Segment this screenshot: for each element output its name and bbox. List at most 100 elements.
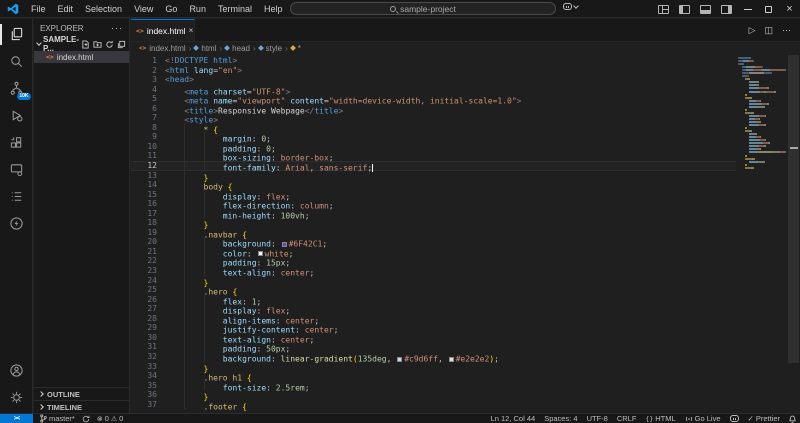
problems-status[interactable]: ⊗ 0 ⚠ 0 — [97, 414, 124, 423]
code-line[interactable]: font-size: 2.5rem; — [165, 381, 736, 391]
code-line[interactable]: justify-content: center; — [165, 323, 736, 333]
toggle-primary-sidebar-icon[interactable] — [679, 5, 690, 14]
account-icon[interactable] — [0, 357, 33, 384]
explorer-icon[interactable] — [0, 21, 33, 48]
minimap-line — [738, 84, 786, 86]
close-button[interactable]: × — [779, 0, 800, 18]
sync-changes-button[interactable] — [82, 415, 90, 423]
outline-section[interactable]: OUTLINE — [34, 387, 129, 400]
remote-explorer-icon[interactable] — [0, 156, 33, 183]
scrollbar-thumb[interactable] — [788, 55, 799, 363]
code-line[interactable]: display: flex; — [165, 190, 736, 200]
code-line[interactable]: padding: 0; — [165, 142, 736, 152]
customize-layout-icon[interactable] — [658, 5, 669, 14]
code-line[interactable]: <meta charset="UTF-8"> — [165, 85, 736, 95]
code-line[interactable]: flex-direction: column; — [165, 199, 736, 209]
status-go-live[interactable]: Go Live — [685, 414, 721, 423]
status-cursor-position[interactable]: Ln 12, Col 44 — [491, 414, 536, 423]
code-line[interactable]: .footer { — [165, 400, 736, 410]
list-view-icon[interactable] — [0, 183, 33, 210]
status-language-mode[interactable]: {}HTML — [645, 414, 675, 423]
status-notifications[interactable] — [789, 415, 796, 423]
menu-view[interactable]: View — [128, 0, 159, 18]
code-line[interactable]: padding: 50px; — [165, 342, 736, 352]
status-indentation[interactable]: Spaces: 4 — [544, 414, 577, 423]
toggle-panel-icon[interactable] — [700, 5, 711, 14]
extensions-icon[interactable] — [0, 129, 33, 156]
minimap-line — [738, 109, 786, 111]
toggle-secondary-sidebar-icon[interactable] — [721, 5, 732, 14]
restore-button[interactable] — [758, 0, 779, 18]
explorer-more-actions-icon[interactable]: ··· — [111, 23, 123, 33]
refresh-icon[interactable] — [105, 40, 114, 49]
explorer-sidebar: EXPLORER ··· SAMPLE-P... <> index.html O… — [34, 19, 130, 413]
code-line[interactable]: <!DOCTYPE html> — [165, 56, 736, 66]
code-line[interactable]: background: linear-gradient(135deg, #c9d… — [165, 352, 736, 362]
minimize-button[interactable] — [737, 0, 758, 18]
code-line[interactable]: <meta name="viewport" content="width=dev… — [165, 94, 736, 104]
line-number: 17 — [131, 209, 157, 219]
run-button-icon[interactable]: ▷ — [749, 25, 756, 36]
status-label: Spaces: 4 — [544, 414, 577, 423]
new-file-icon[interactable] — [81, 40, 90, 49]
breadcrumb-item[interactable]: * — [298, 44, 301, 53]
code-line[interactable]: * { — [165, 123, 736, 133]
menu-help[interactable]: Help — [258, 0, 289, 18]
code-line[interactable]: min-height: 100vh; — [165, 209, 736, 219]
run-and-debug-icon[interactable] — [0, 102, 33, 129]
line-number: 34 — [131, 371, 157, 381]
menu-selection[interactable]: Selection — [79, 0, 128, 18]
status-eol[interactable]: CRLF — [617, 414, 637, 423]
code-line[interactable]: color: white; — [165, 247, 736, 257]
new-folder-icon[interactable] — [93, 40, 102, 49]
menu-run[interactable]: Run — [183, 0, 212, 18]
code-line[interactable]: .hero { — [165, 285, 736, 295]
code-line[interactable]: flex: 1; — [165, 295, 736, 305]
breadcrumb-item[interactable]: style — [266, 44, 282, 53]
code-line[interactable]: margin: 0; — [165, 132, 736, 142]
project-section-header[interactable]: SAMPLE-P... — [34, 37, 129, 51]
search-view-icon[interactable] — [0, 48, 33, 75]
source-control-icon[interactable]: 10K — [0, 75, 33, 102]
code-area[interactable]: 1234567891011121314151617181920212223242… — [131, 55, 800, 413]
code-line[interactable]: font-family: Arial, sans-serif; — [165, 161, 736, 171]
code-line[interactable]: display: flex; — [165, 304, 736, 314]
settings-gear-icon[interactable] — [0, 384, 33, 411]
code-line[interactable]: .hero h1 { — [165, 371, 736, 381]
status-encoding[interactable]: UTF-8 — [587, 414, 608, 423]
vertical-scrollbar[interactable] — [787, 55, 800, 413]
file-item-index-html[interactable]: <> index.html — [34, 51, 129, 63]
code-line[interactable]: body { — [165, 180, 736, 190]
command-center-search[interactable]: sample-project — [290, 2, 556, 15]
code-line[interactable]: padding: 15px; — [165, 256, 736, 266]
collapse-all-icon[interactable] — [117, 40, 126, 49]
code-line[interactable]: background: #6F42C1; — [165, 237, 736, 247]
code-line[interactable]: text-align: center; — [165, 266, 736, 276]
code-line[interactable]: text-align: center; — [165, 333, 736, 343]
status-copilot[interactable] — [730, 415, 739, 422]
code-line[interactable]: .navbar { — [165, 228, 736, 238]
breadcrumb-item[interactable]: html — [201, 44, 216, 53]
status-prettier[interactable]: ✓Prettier — [748, 414, 780, 423]
menu-go[interactable]: Go — [159, 0, 183, 18]
breadcrumb-item[interactable]: index.html — [149, 44, 185, 53]
git-branch-status[interactable]: master* — [40, 414, 75, 423]
minimap[interactable] — [738, 57, 786, 170]
tab-close-icon[interactable]: × — [189, 26, 194, 35]
split-editor-icon[interactable]: ◫ — [764, 25, 773, 36]
line-number: 30 — [131, 333, 157, 343]
copilot-menu[interactable] — [563, 3, 578, 10]
menu-file[interactable]: File — [25, 0, 52, 18]
editor-more-actions-icon[interactable]: ··· — [782, 25, 791, 35]
breadcrumb-item[interactable]: head — [232, 44, 250, 53]
code-line[interactable]: box-sizing: border-box; — [165, 151, 736, 161]
code-line[interactable]: align-items: center; — [165, 314, 736, 324]
code-line[interactable]: <html lang="en"> — [165, 66, 736, 76]
menu-edit[interactable]: Edit — [52, 0, 80, 18]
tab-index-html[interactable]: <> index.html × — [131, 19, 195, 41]
remote-indicator[interactable]: >< — [0, 414, 33, 423]
code-line[interactable]: <head> — [165, 75, 736, 85]
timeline-section[interactable]: TIMELINE — [34, 400, 129, 413]
lightning-icon[interactable] — [0, 210, 33, 237]
menu-terminal[interactable]: Terminal — [212, 0, 258, 18]
